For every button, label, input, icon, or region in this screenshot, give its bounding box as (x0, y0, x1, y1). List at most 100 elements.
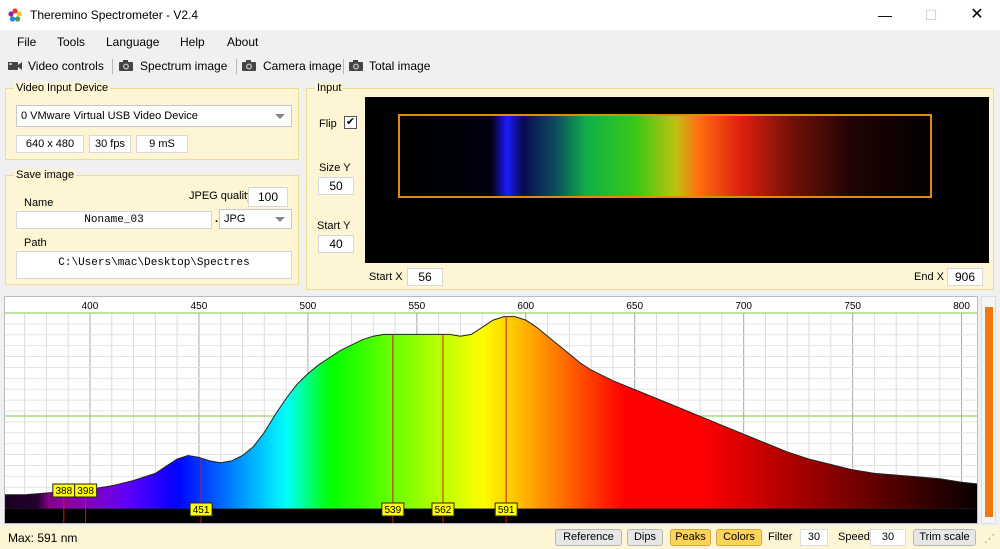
toolbar-separator (112, 59, 113, 74)
x-tick-label: 800 (953, 301, 970, 312)
app-window: Theremino Spectrometer - V2.4 — ☐ ✕ File… (0, 0, 1000, 549)
peaks-button[interactable]: Peaks (670, 529, 711, 546)
chevron-down-icon (275, 114, 285, 119)
menu-bar: File Tools Language Help About (0, 30, 1000, 54)
peak-label: 539 (385, 505, 402, 516)
total-image-button[interactable]: Total image (369, 59, 430, 73)
colors-button[interactable]: Colors (716, 529, 762, 546)
camera-image-button[interactable]: Camera image (263, 59, 342, 73)
jpeg-quality-input[interactable]: 100 (248, 187, 288, 207)
scroll-thumb[interactable] (985, 307, 993, 517)
exposure-value: 9 mS (149, 138, 175, 150)
x-tick-label: 450 (191, 301, 208, 312)
toolbar-separator (343, 59, 344, 74)
x-tick-label: 400 (82, 301, 99, 312)
end-x-value: 906 (954, 270, 976, 284)
size-y-value: 50 (329, 179, 343, 193)
peak-label: 388 (55, 486, 72, 497)
spectrum-chart: 400 450 500 550 600 650 700 750 800 388 398 451 539 5… (5, 301, 977, 523)
save-image-group: Save image JPEG quality 100 Name Noname_… (5, 169, 299, 285)
jpeg-quality-value: 100 (257, 190, 279, 204)
start-x-label: Start X (369, 271, 403, 283)
file-name-input[interactable]: Noname_03 (16, 211, 212, 229)
resolution-value: 640 x 480 (25, 138, 75, 150)
spectrum-graph[interactable]: 400 450 500 550 600 650 700 750 800 388 398 451 539 5… (4, 296, 978, 524)
input-title: Input (315, 82, 344, 94)
max-wavelength-text: Max: 591 nm (8, 531, 78, 545)
jpeg-quality-label: JPEG quality (189, 190, 253, 202)
size-y-label: Size Y (319, 162, 351, 174)
input-group: Input Flip ✔ Size Y 50 Start Y 40 Start … (306, 82, 994, 290)
path-value: C:\Users\mac\Desktop\Spectres (58, 257, 250, 269)
peak-label: 591 (498, 505, 515, 516)
exposure-field: 9 mS (136, 135, 188, 153)
x-tick-label: 550 (408, 301, 425, 312)
filter-input[interactable]: 30 (800, 529, 828, 546)
minimize-button[interactable]: — (862, 0, 908, 30)
filter-label: Filter (768, 531, 793, 543)
format-select[interactable]: JPG (219, 209, 292, 229)
speed-input[interactable]: 30 (870, 529, 906, 546)
video-controls-button[interactable]: Video controls (28, 59, 104, 73)
flip-label: Flip (319, 118, 337, 130)
start-y-label: Start Y (317, 220, 351, 232)
start-y-value: 40 (329, 237, 343, 251)
fps-field: 30 fps (89, 135, 131, 153)
fps-value: 30 fps (95, 138, 125, 150)
app-logo-icon (8, 8, 22, 22)
name-label: Name (24, 197, 54, 209)
x-tick-label: 650 (626, 301, 643, 312)
video-input-group: Video Input Device 0 VMware Virtual USB … (5, 82, 299, 160)
format-separator: . (215, 213, 219, 225)
video-device-select[interactable]: 0 VMware Virtual USB Video Device (16, 105, 292, 127)
peak-label: 398 (77, 486, 94, 497)
vertical-scrollbar[interactable] (981, 296, 996, 524)
path-label: Path (24, 237, 47, 249)
check-icon: ✔ (345, 116, 356, 128)
start-x-input[interactable]: 56 (407, 268, 443, 286)
spectrum-baseline (5, 509, 977, 523)
flip-checkbox[interactable]: ✔ (344, 116, 357, 129)
peak-label: 451 (193, 505, 210, 516)
video-input-title: Video Input Device (14, 82, 111, 94)
title-bar: Theremino Spectrometer - V2.4 — ☐ ✕ (0, 0, 1000, 30)
speed-label: Speed (838, 531, 870, 543)
resolution-field: 640 x 480 (16, 135, 84, 153)
start-y-input[interactable]: 40 (318, 235, 354, 253)
close-button[interactable]: ✕ (954, 0, 1000, 30)
spectrum-band-image (398, 114, 932, 198)
x-tick-label: 750 (844, 301, 861, 312)
toolbar-separator (236, 59, 237, 74)
reference-button[interactable]: Reference (555, 529, 622, 546)
menu-about[interactable]: About (227, 35, 258, 49)
menu-file[interactable]: File (17, 35, 36, 49)
video-camera-icon (8, 62, 22, 70)
trim-scale-button[interactable]: Trim scale (913, 529, 976, 546)
chevron-down-icon (275, 217, 285, 222)
camera-icon (349, 60, 363, 71)
menu-tools[interactable]: Tools (57, 35, 85, 49)
path-input[interactable]: C:\Users\mac\Desktop\Spectres (16, 251, 292, 279)
spectrum-image-button[interactable]: Spectrum image (140, 59, 227, 73)
size-y-input[interactable]: 50 (318, 177, 354, 195)
x-tick-label: 500 (300, 301, 317, 312)
menu-help[interactable]: Help (180, 35, 205, 49)
resize-grip-icon: ⋰ (984, 533, 995, 545)
end-x-input[interactable]: 906 (947, 268, 983, 286)
window-title: Theremino Spectrometer - V2.4 (30, 8, 199, 22)
end-x-label: End X (914, 271, 944, 283)
status-bar: Max: 591 nm Reference Dips Peaks Colors … (0, 526, 1000, 549)
file-name-value: Noname_03 (84, 214, 144, 226)
toolbar: Video controls Spectrum image Camera ima… (0, 54, 1000, 78)
x-tick-label: 700 (735, 301, 752, 312)
menu-language[interactable]: Language (106, 35, 159, 49)
camera-icon (119, 60, 133, 71)
peak-label: 562 (435, 505, 452, 516)
camera-preview[interactable] (365, 97, 989, 263)
video-device-value: 0 VMware Virtual USB Video Device (21, 110, 198, 122)
maximize-button[interactable]: ☐ (908, 0, 954, 30)
start-x-value: 56 (418, 270, 432, 284)
dips-button[interactable]: Dips (627, 529, 663, 546)
x-tick-label: 600 (517, 301, 534, 312)
camera-icon (242, 60, 256, 71)
